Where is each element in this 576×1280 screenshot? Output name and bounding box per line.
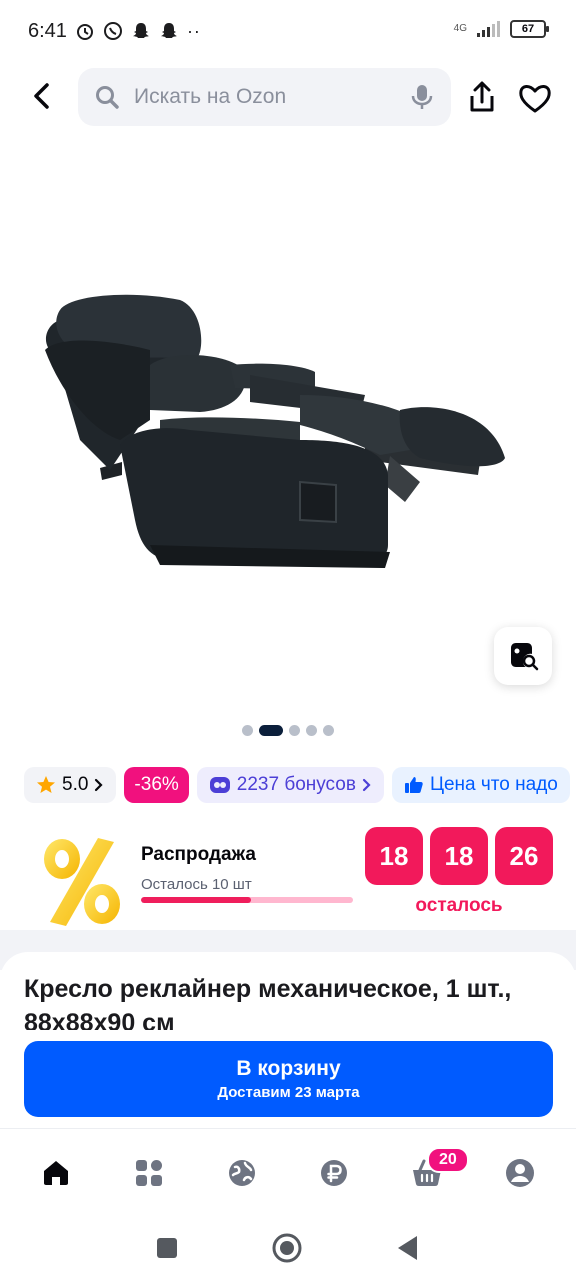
add-to-cart-button[interactable]: В корзину Доставим 23 марта xyxy=(24,1041,553,1117)
sale-remaining: Осталось 10 шт xyxy=(141,876,252,893)
gallery-dot[interactable] xyxy=(306,725,317,736)
signal-icon xyxy=(477,21,500,37)
gallery-dot[interactable] xyxy=(242,725,253,736)
thumbs-up-icon xyxy=(404,777,423,793)
nav-fresh[interactable] xyxy=(212,1143,272,1203)
gallery-dot[interactable] xyxy=(323,725,334,736)
home-icon xyxy=(44,1160,69,1185)
back-button[interactable] xyxy=(22,76,62,116)
gallery-dot-active[interactable] xyxy=(259,725,283,736)
sale-stock-bar xyxy=(141,897,353,903)
chevron-right-icon xyxy=(95,778,103,792)
top-bar: Искать на Ozon xyxy=(0,68,576,126)
bonus-label: 2237 бонусов xyxy=(236,774,356,795)
back-arrow-icon xyxy=(34,83,49,109)
profile-icon xyxy=(505,1158,534,1187)
sale-timer: 18 18 26 xyxy=(365,827,553,885)
timer-hours: 18 xyxy=(365,827,423,885)
search-icon xyxy=(96,86,119,109)
more-notifications-icon: ·· xyxy=(186,20,201,41)
search-input[interactable]: Искать на Ozon xyxy=(78,68,451,126)
bonus-icon xyxy=(209,777,230,793)
product-title-card: Кресло реклайнер механическое, 1 шт., 88… xyxy=(0,952,576,1042)
product-badges: 5.0 -36% 2237 бонусов Цена что надо xyxy=(24,767,576,803)
good-price-label: Цена что надо xyxy=(429,774,558,795)
sale-card[interactable]: Распродажа Осталось 10 шт 18 18 26 остал… xyxy=(0,812,576,938)
sale-title: Распродажа xyxy=(141,844,256,865)
snapchat-icon xyxy=(132,23,149,38)
bonus-chip[interactable]: 2237 бонусов xyxy=(196,767,384,803)
status-notification-icons: ·· xyxy=(75,21,201,42)
status-indicators: 4G 67 xyxy=(453,20,549,38)
sale-stock-fill xyxy=(141,897,252,903)
timer-minutes: 18 xyxy=(430,827,488,885)
recliner-chair-illustration xyxy=(45,294,505,568)
nav-cart[interactable]: 20 xyxy=(397,1143,469,1203)
image-search-icon xyxy=(511,643,539,671)
rating-chip[interactable]: 5.0 xyxy=(24,767,117,803)
home-circle-icon[interactable] xyxy=(271,1232,303,1264)
favorite-button[interactable] xyxy=(514,78,556,118)
system-navigation xyxy=(0,1216,576,1280)
good-price-chip[interactable]: Цена что надо xyxy=(391,767,570,803)
microphone-icon[interactable] xyxy=(409,83,435,111)
timer-seconds: 26 xyxy=(495,827,553,885)
share-icon xyxy=(470,81,494,112)
nav-finance[interactable] xyxy=(304,1143,364,1203)
system-back-icon[interactable] xyxy=(395,1234,421,1262)
nav-profile[interactable] xyxy=(490,1143,550,1203)
snapchat-icon xyxy=(160,23,177,38)
timer-label: осталось xyxy=(415,895,503,916)
battery-icon: 67 xyxy=(510,20,549,38)
share-button[interactable] xyxy=(462,78,502,118)
delivery-date: Доставим 23 марта xyxy=(217,1084,360,1101)
star-icon xyxy=(37,776,55,793)
nav-catalog[interactable] xyxy=(119,1143,179,1203)
bottom-navigation: 20 xyxy=(0,1128,576,1216)
search-placeholder: Искать на Ozon xyxy=(134,85,287,108)
cart-area: В корзину Доставим 23 марта xyxy=(0,1030,576,1128)
recent-apps-icon[interactable] xyxy=(155,1236,179,1260)
rating-value: 5.0 xyxy=(62,774,89,795)
ruble-icon xyxy=(321,1159,348,1186)
product-image[interactable] xyxy=(0,140,576,720)
status-time: 6:41 xyxy=(28,19,67,42)
network-type: 4G xyxy=(453,23,467,34)
percent-icon xyxy=(44,838,120,926)
add-to-cart-label: В корзину xyxy=(236,1057,341,1080)
alarm-icon xyxy=(76,24,93,40)
gallery-pagination xyxy=(0,725,576,736)
chevron-right-icon xyxy=(362,778,371,792)
globe-icon xyxy=(228,1159,255,1186)
catalog-icon xyxy=(135,1159,162,1186)
nav-home[interactable] xyxy=(26,1143,86,1203)
gallery-dot[interactable] xyxy=(289,725,300,736)
viber-icon xyxy=(103,22,122,40)
discount-badge: -36% xyxy=(124,767,189,803)
heart-icon xyxy=(519,85,551,113)
cart-count-badge: 20 xyxy=(426,1146,469,1173)
image-search-button[interactable] xyxy=(494,627,552,685)
